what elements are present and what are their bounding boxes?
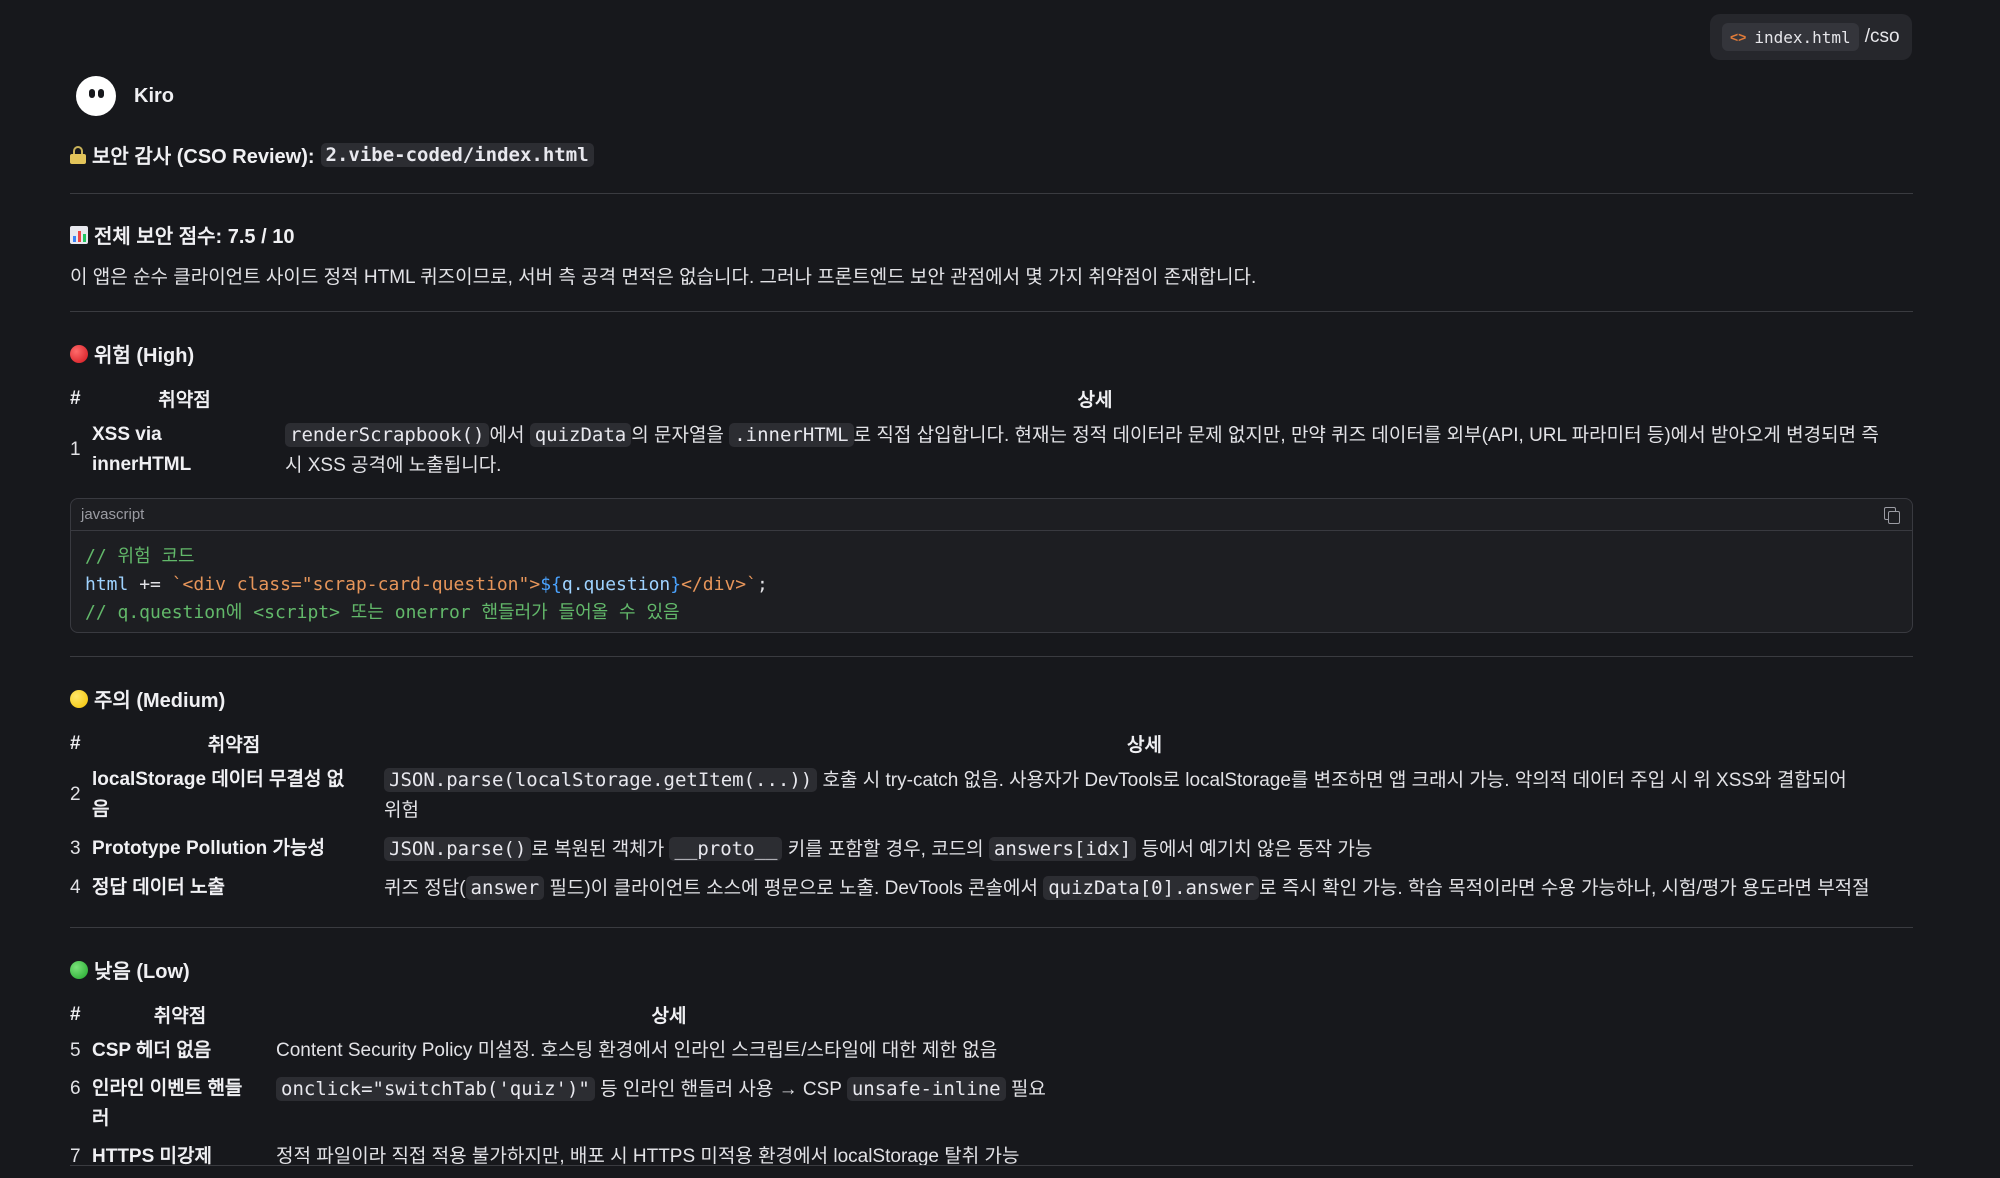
chat-page: <> index.html /cso Kiro 보안 감사 (CSO Revie…	[0, 0, 2000, 1178]
agent-header: Kiro	[76, 76, 174, 116]
file-name: index.html	[1754, 27, 1851, 47]
high-heading: 위험 (High)	[70, 339, 194, 368]
code-content: // 위험 코드 html += `<div class="scrap-card…	[85, 546, 768, 623]
copy-icon[interactable]	[1884, 506, 1900, 524]
col-vuln: 취약점	[158, 390, 211, 411]
col-num: #	[70, 732, 81, 754]
divider	[70, 1165, 1913, 1166]
bar-chart-icon	[70, 225, 88, 244]
table-header-row: # 취약점 상세	[70, 381, 1913, 416]
agent-name: Kiro	[134, 84, 174, 107]
table-row: 5 CSP 헤더 없음 Content Security Policy 미설정.…	[70, 1040, 998, 1061]
slash-command: /cso	[1864, 26, 1900, 47]
table-header-row: # 취약점 상세	[70, 997, 1070, 1032]
yellow-circle-icon	[70, 689, 88, 708]
col-vuln: 취약점	[153, 1006, 207, 1027]
review-file-path: 2.vibe-coded/index.html	[320, 142, 594, 167]
divider	[70, 656, 1913, 657]
row-num: 1	[70, 439, 81, 460]
col-vuln: 취약점	[207, 735, 261, 756]
table-row: 1 XSS via innerHTML renderScrapbook() 에서 q…	[70, 416, 1913, 485]
divider	[70, 193, 1913, 194]
code-block-header: javascript	[71, 499, 1912, 531]
col-num: #	[70, 1003, 81, 1025]
divider	[70, 927, 1913, 928]
file-tag[interactable]: <> index.html	[1722, 23, 1859, 51]
medium-table: # 취약점 상세 2 localStorage 데이터 무결성 없음 JSON.…	[70, 726, 1913, 908]
code-icon: <>	[1730, 29, 1747, 45]
row-vuln: XSS via innerHTML	[92, 424, 192, 475]
low-heading: 낮음 (Low)	[70, 955, 190, 984]
table-row: 2 localStorage 데이터 무결성 없음 JSON.parse(loc…	[70, 768, 1847, 821]
table-row: 4 정답 데이터 노출 퀴즈 정답(answer 필드)이 클라이언트 소스에 …	[70, 876, 1870, 900]
row-detail: renderScrapbook() 에서 quizData 의 문자열을 .inne…	[285, 423, 1879, 476]
table-row: 7 HTTPS 미강제 정적 파일이라 직접 적용 불가하지만, 배포 시 HT…	[70, 1146, 1020, 1167]
ghost-avatar-icon	[76, 76, 116, 116]
green-circle-icon	[70, 960, 88, 979]
score-heading: 전체 보안 점수: 7.5 / 10	[70, 220, 294, 249]
score-text: 전체 보안 점수: 7.5 / 10	[94, 226, 295, 248]
lock-icon	[70, 145, 86, 164]
red-circle-icon	[70, 344, 88, 363]
review-title-text: 보안 감사 (CSO Review):	[92, 146, 315, 168]
high-heading-text: 위험 (High)	[94, 345, 195, 367]
medium-heading: 주의 (Medium)	[70, 684, 225, 713]
col-detail: 상세	[1077, 390, 1113, 411]
score-summary: 이 앱은 순수 클라이언트 사이드 정적 HTML 퀴즈이므로, 서버 측 공격…	[70, 267, 1257, 288]
table-row: 3 Prototype Pollution 가능성 JSON.parse() 로 …	[70, 837, 1373, 861]
col-detail: 상세	[1127, 735, 1162, 756]
review-title: 보안 감사 (CSO Review): 2.vibe-coded/index.h…	[70, 140, 594, 169]
low-table: # 취약점 상세 5 CSP 헤더 없음 Content Security Po…	[70, 997, 1070, 1176]
low-heading-text: 낮음 (Low)	[94, 961, 190, 983]
divider	[70, 311, 1913, 312]
table-header-row: # 취약점 상세	[70, 726, 1913, 761]
code-language: javascript	[81, 506, 145, 523]
high-table: # 취약점 상세 1 XSS via innerHTML renderScrapb…	[70, 381, 1913, 485]
col-detail: 상세	[651, 1006, 687, 1027]
context-file-chip[interactable]: <> index.html /cso	[1710, 14, 1912, 60]
table-row: 6 인라인 이벤트 핸들러 onclick="switchTab('quiz')…	[70, 1077, 1046, 1129]
medium-heading-text: 주의 (Medium)	[94, 690, 226, 712]
code-block: javascript // 위험 코드 html += `<div class=…	[70, 498, 1913, 633]
col-num: #	[70, 387, 81, 409]
